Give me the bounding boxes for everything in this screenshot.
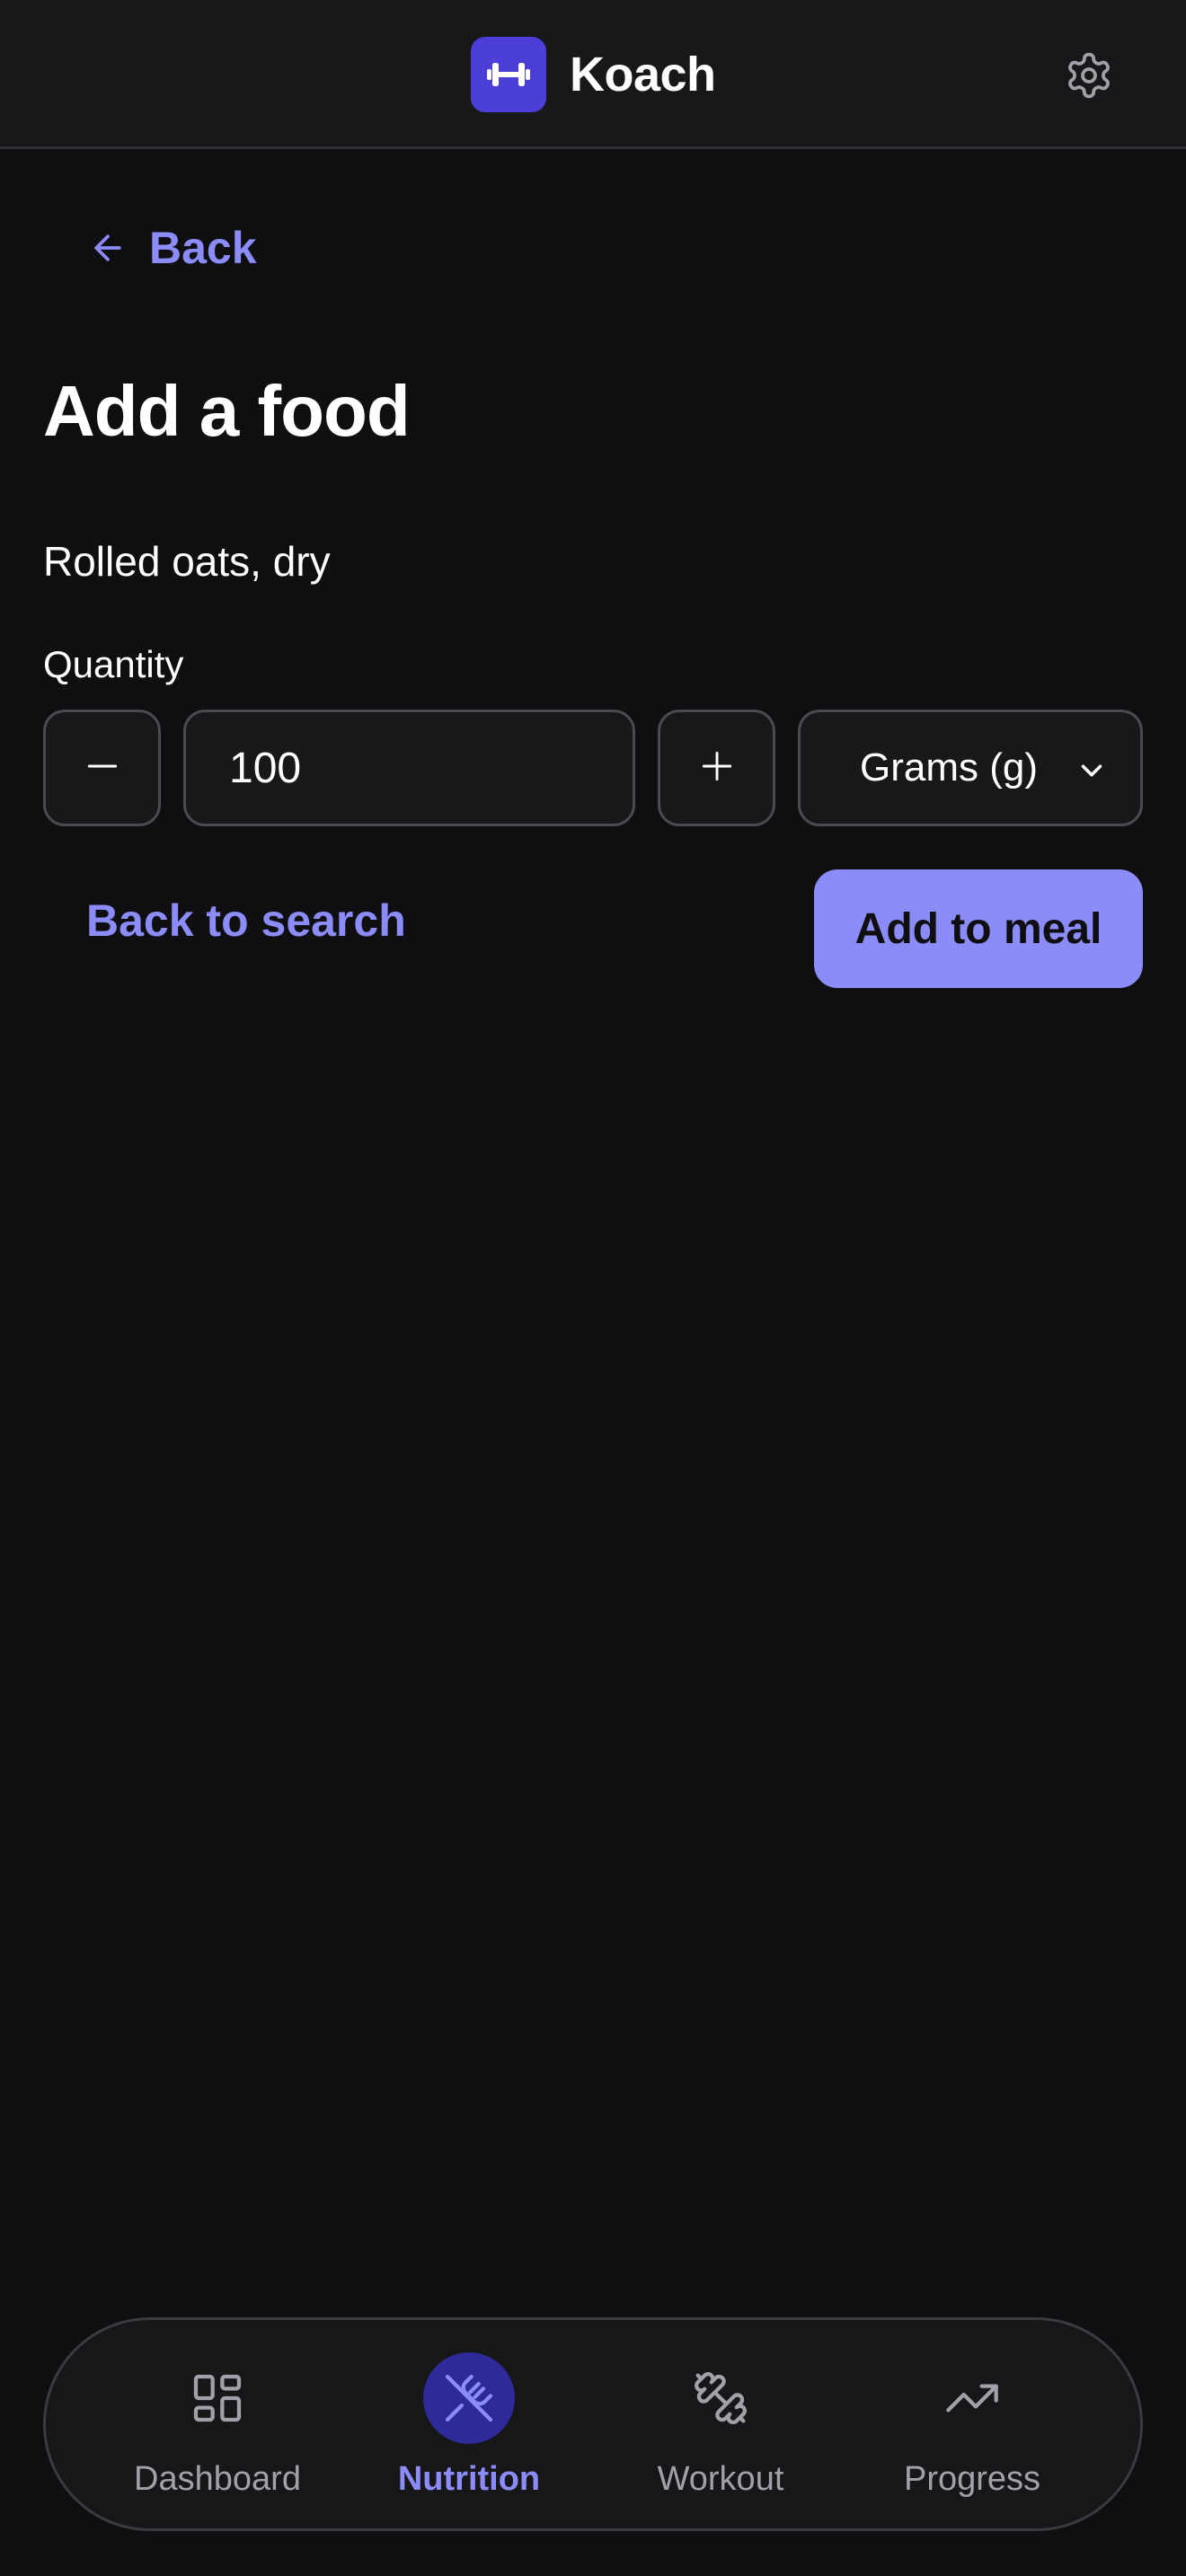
- back-label: Back: [149, 223, 257, 273]
- gear-icon[interactable]: [1060, 47, 1118, 104]
- unit-value: Grams (g): [860, 745, 1038, 790]
- increment-button[interactable]: [658, 710, 775, 826]
- dashboard-icon: [172, 2352, 263, 2444]
- trending-up-icon: [926, 2352, 1018, 2444]
- page: Koach Back Add a food Rolled oats, dry Q…: [0, 0, 1186, 2576]
- page-title: Add a food: [43, 371, 411, 451]
- quantity-input[interactable]: [183, 710, 635, 826]
- nav-item-workout[interactable]: Workout: [622, 2320, 819, 2528]
- dumbbell-logo-icon: [471, 37, 546, 112]
- bottom-nav: Dashboard Nutrition Workout Progress: [43, 2317, 1143, 2531]
- nav-label-workout: Workout: [657, 2460, 784, 2498]
- nav-label-nutrition: Nutrition: [397, 2460, 541, 2498]
- quantity-value[interactable]: [186, 712, 633, 824]
- nav-item-nutrition[interactable]: Nutrition: [370, 2320, 568, 2528]
- plus-icon: [697, 746, 737, 790]
- arrow-left-icon: [86, 226, 129, 269]
- minus-icon: [83, 746, 122, 790]
- decrement-button[interactable]: [43, 710, 161, 826]
- back-to-search-link[interactable]: Back to search: [86, 895, 406, 947]
- app-name: Koach: [570, 48, 716, 101]
- unit-select[interactable]: Grams (g): [798, 710, 1143, 826]
- brand[interactable]: Koach: [471, 37, 716, 112]
- food-name: Rolled oats, dry: [43, 538, 331, 585]
- quantity-label: Quantity: [43, 643, 184, 685]
- add-to-meal-button[interactable]: Add to meal: [814, 869, 1143, 988]
- nav-item-dashboard[interactable]: Dashboard: [119, 2320, 316, 2528]
- nav-item-progress[interactable]: Progress: [873, 2320, 1071, 2528]
- back-link[interactable]: Back: [86, 219, 257, 277]
- nav-label-progress: Progress: [903, 2460, 1041, 2498]
- utensils-icon: [423, 2352, 515, 2444]
- chevron-down-icon: [1070, 749, 1113, 792]
- nav-label-dashboard: Dashboard: [134, 2460, 301, 2498]
- dumbbell-icon: [675, 2352, 766, 2444]
- app-header: Koach: [0, 0, 1186, 149]
